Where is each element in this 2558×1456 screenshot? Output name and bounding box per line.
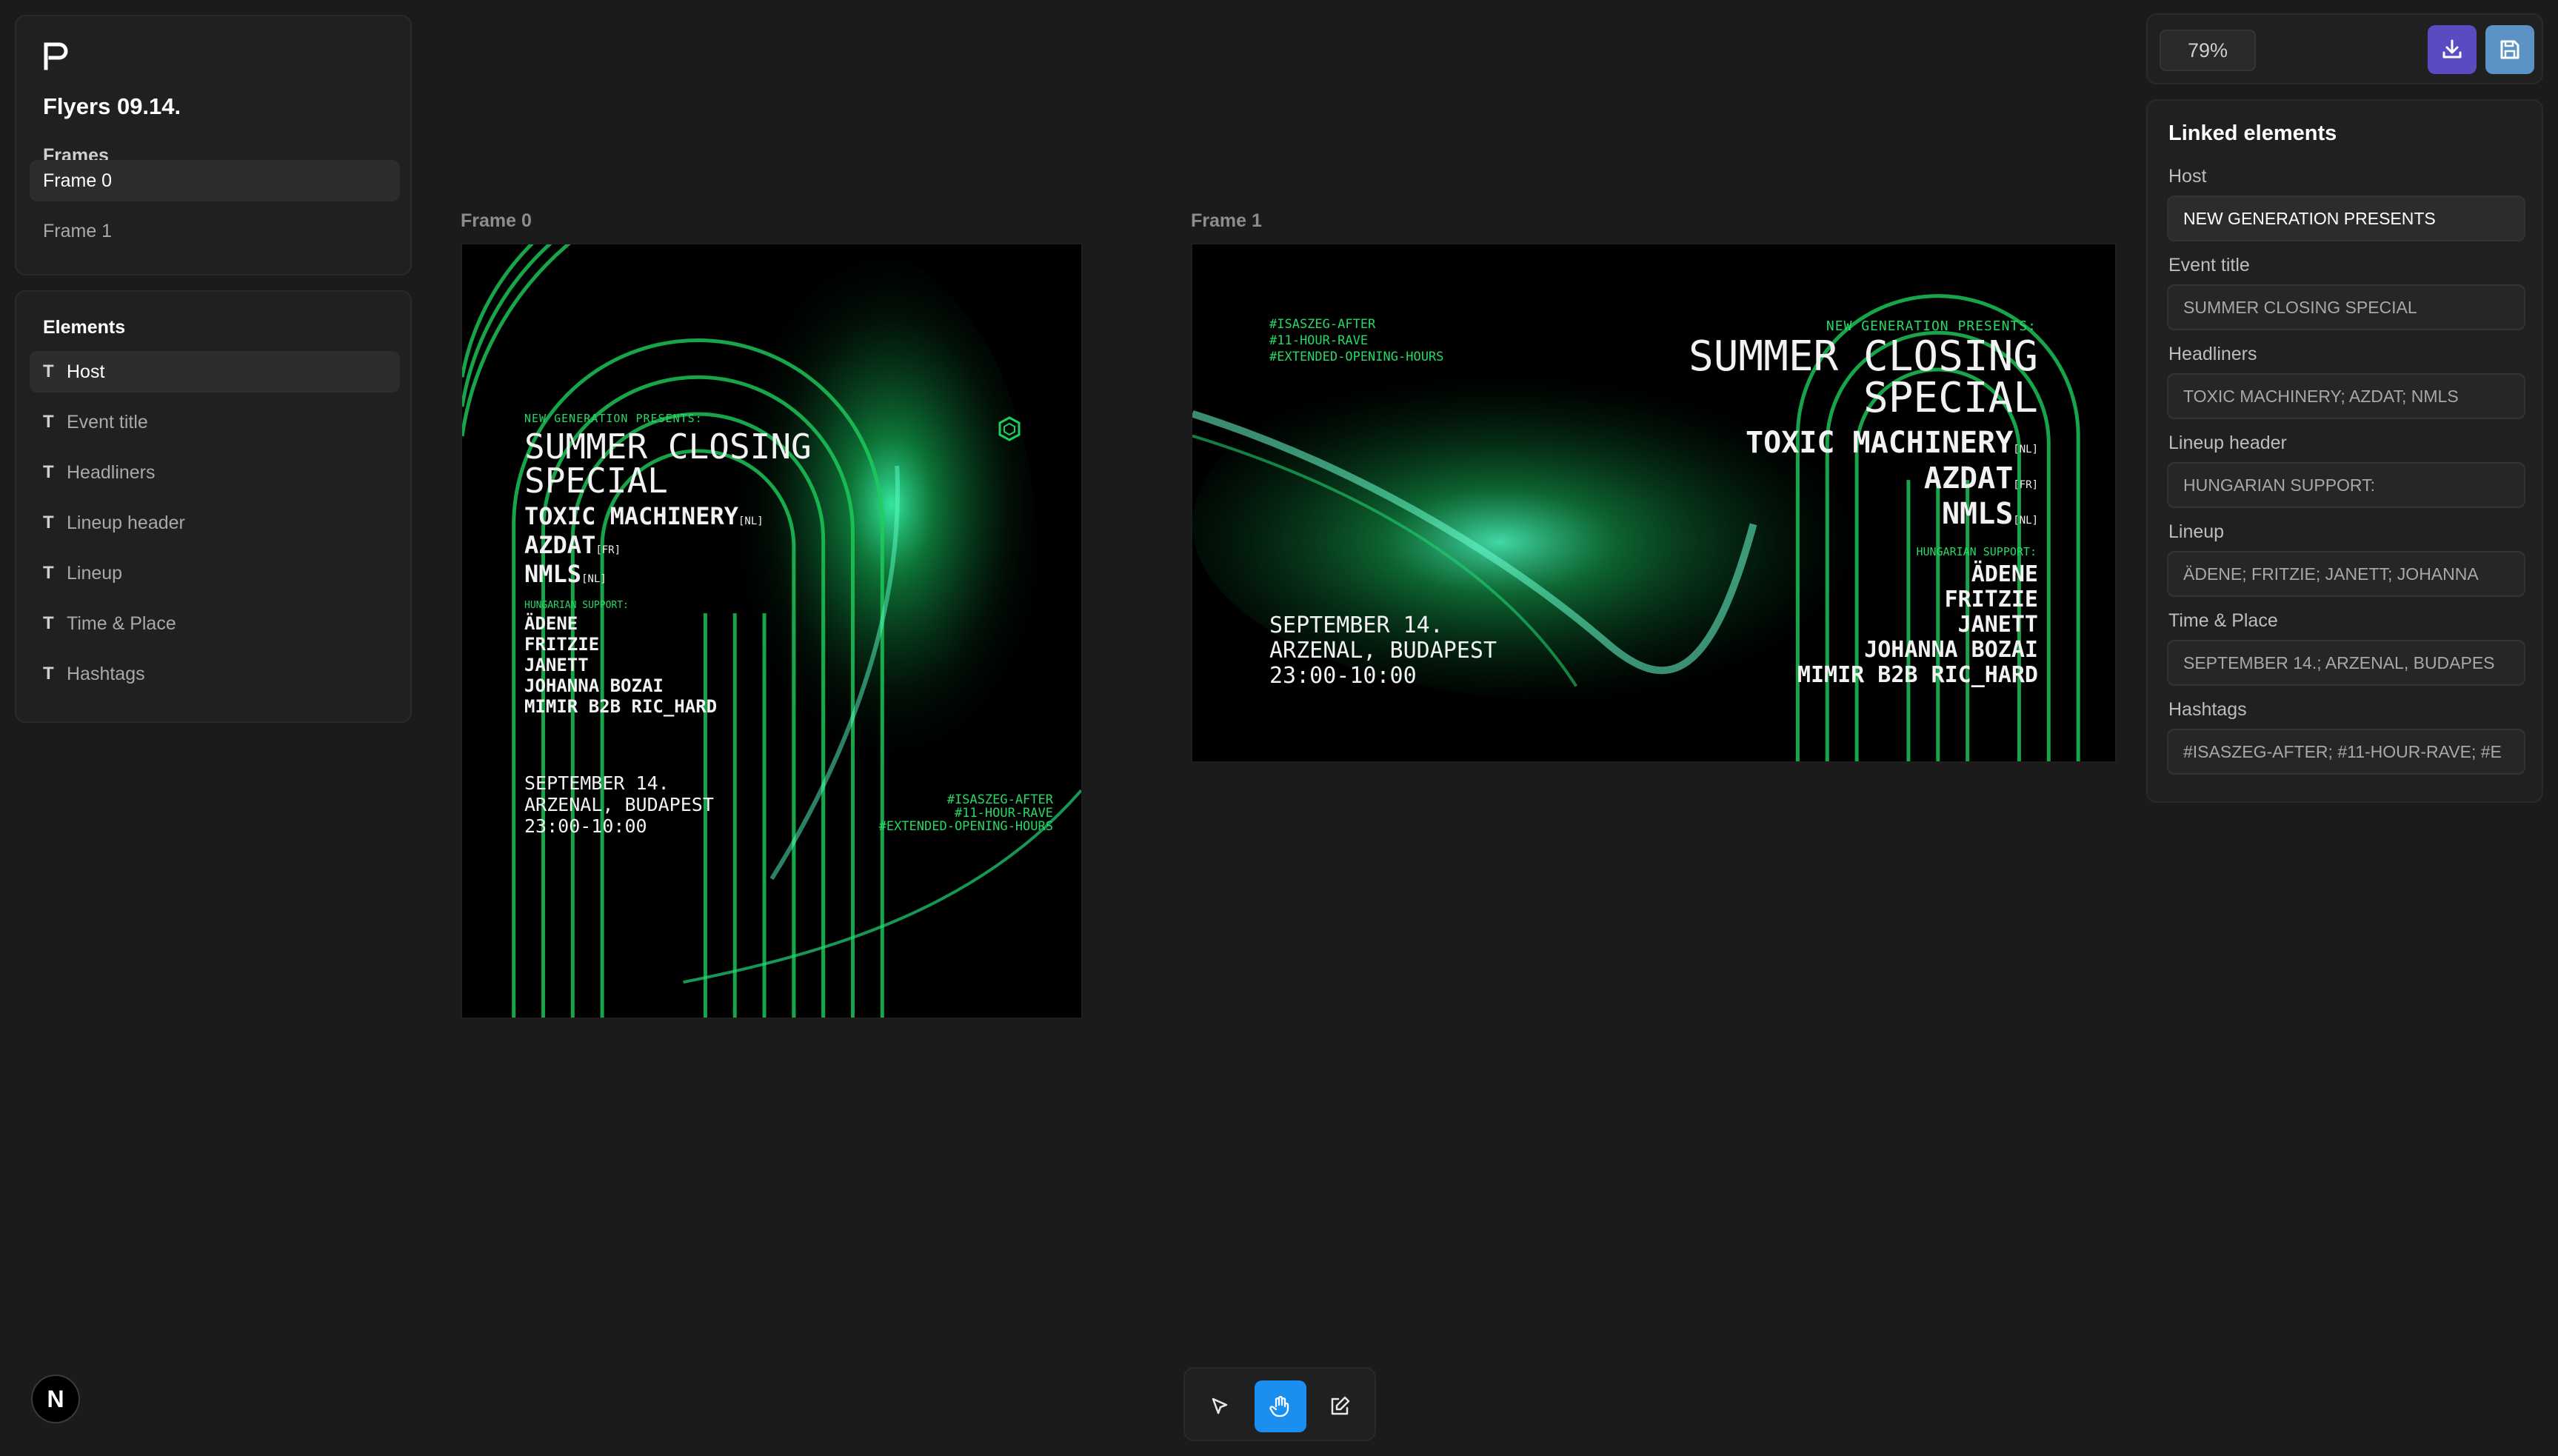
edit-tool-button[interactable] [1314,1380,1366,1432]
frame-item-0[interactable]: Frame 0 [30,160,400,201]
headliners-field[interactable]: TOXIC MACHINERY; AZDAT; NMLS [2167,373,2525,419]
app-logo-icon[interactable] [43,41,70,71]
dev-badge-icon[interactable]: N [31,1375,80,1423]
hashtags-field[interactable]: #ISASZEG-AFTER; #11-HOUR-RAVE; #E [2167,729,2525,775]
export-bar: 79% [2146,13,2543,84]
linked-elements-panel: Linked elements Host NEW GENERATION PRES… [2146,99,2543,803]
flyer-title-line1: SUMMER CLOSING [524,427,812,467]
text-type-icon: T [43,412,54,432]
flyer-frame-1[interactable]: #ISASZEG-AFTER #11-HOUR-RAVE #EXTENDED-O… [1191,243,2117,763]
frame-item-label: Frame 0 [43,170,113,191]
field-label-hashtags: Hashtags [2168,699,2247,720]
time-place-field[interactable]: SEPTEMBER 14.; ARZENAL, BUDAPES [2167,640,2525,686]
frames-panel: Flyers 09.14. Frames Frame 0 Frame 1 [15,15,412,275]
document-title: Flyers 09.14. [43,93,181,119]
linked-elements-title: Linked elements [2168,121,2337,145]
frame-item-label: Frame 1 [43,220,113,241]
flyer-lineup-item: JOHANNA BOZAI [1864,637,2038,663]
frame-1-label: Frame 1 [1191,210,1262,231]
element-item-lineup[interactable]: T Lineup [30,552,400,594]
flyer-headliner: TOXIC MACHINERY[NL] [1746,426,2038,460]
flyer-logo-mark-icon [998,416,1021,441]
flyer-title-line2: SPECIAL [1863,374,2038,422]
text-type-icon: T [43,563,54,583]
flyer-hashtag: #ISASZEG-AFTER [1269,317,1376,332]
cursor-icon [1212,1397,1228,1415]
element-item-label: Host [67,361,105,382]
flyer-headliner: AZDAT[FR] [1923,461,2038,495]
flyer-headliner: NMLS[NL] [1941,497,2038,531]
flyer-title-line2: SPECIAL [524,461,668,501]
text-type-icon: T [43,361,54,381]
element-item-event-title[interactable]: T Event title [30,401,400,443]
flyer-hashtag: #EXTENDED-OPENING-HOURS [878,819,1053,834]
field-label-lineup-header: Lineup header [2168,433,2287,453]
flyer-hours-line: 23:00-10:00 [524,815,647,837]
flyer-time-line: SEPTEMBER 14. [1269,612,1443,638]
flyer-host: NEW GENERATION PRESENTS: [524,412,703,425]
flyer-hashtag: #EXTENDED-OPENING-HOURS [1269,350,1444,364]
flyer-title-line1: SUMMER CLOSING [1688,333,2038,381]
flyer-lineup-header: HUNGARIAN SUPPORT: [1916,545,2037,558]
flyer-lineup-item: JANETT [1957,612,2038,638]
flyer-hashtag: #11-HOUR-RAVE [1269,333,1369,348]
element-item-label: Hashtags [67,663,145,684]
edit-icon [1331,1396,1350,1415]
flyer-headliner: NMLS[NL] [524,560,607,588]
element-item-label: Headliners [67,461,156,483]
hand-icon [1269,1395,1289,1417]
element-item-host[interactable]: T Host [30,351,400,393]
flyer-lineup-header: HUNGARIAN SUPPORT: [524,600,629,611]
element-item-hashtags[interactable]: T Hashtags [30,653,400,695]
save-icon [2500,40,2519,59]
element-item-headliners[interactable]: T Headliners [30,452,400,493]
flyer-lineup-item: ÄDENE [524,613,578,634]
lineup-field[interactable]: ÄDENE; FRITZIE; JANETT; JOHANNA [2167,551,2525,597]
download-icon [2442,39,2462,59]
flyer-lineup-item: MIMIR B2B RIC_HARD [1797,662,2038,688]
host-field[interactable]: NEW GENERATION PRESENTS [2167,196,2525,241]
canvas-toolbar [1183,1367,1376,1441]
lineup-header-field[interactable]: HUNGARIAN SUPPORT: [2167,462,2525,508]
element-item-label: Event title [67,411,148,433]
field-label-headliners: Headliners [2168,344,2257,364]
flyer-lineup-item: ÄDENE [1971,561,2038,587]
flyer-lineup-item: MIMIR B2B RIC_HARD [524,696,718,717]
field-label-time-place: Time & Place [2168,610,2278,631]
zoom-level[interactable]: 79% [2160,30,2256,71]
flyer-hours-line: 23:00-10:00 [1269,663,1417,689]
save-button[interactable] [2485,25,2534,74]
element-item-label: Time & Place [67,612,176,634]
element-item-lineup-header[interactable]: T Lineup header [30,502,400,544]
select-tool-button[interactable] [1194,1380,1246,1432]
flyer-frame-0[interactable]: NEW GENERATION PRESENTS: SUMMER CLOSING … [461,243,1083,1019]
frame-item-1[interactable]: Frame 1 [30,210,400,252]
text-type-icon: T [43,613,54,633]
flyer-host: NEW GENERATION PRESENTS: [1826,318,2037,334]
flyer-headliner: AZDAT[FR] [524,531,621,559]
flyer-lineup-item: FRITZIE [1944,587,2038,612]
flyer-lineup-item: JOHANNA BOZAI [524,675,664,696]
element-item-time-place[interactable]: T Time & Place [30,603,400,644]
elements-section-label: Elements [43,317,126,338]
field-label-event-title: Event title [2168,255,2250,275]
flyer-time-line: SEPTEMBER 14. [524,772,669,794]
export-button[interactable] [2428,25,2477,74]
text-type-icon: T [43,664,54,684]
elements-panel: Elements T Host T Event title T Headline… [15,290,412,723]
text-type-icon: T [43,462,54,482]
flyer-place-line: ARZENAL, BUDAPEST [524,794,714,815]
element-item-label: Lineup [67,562,123,584]
event-title-field[interactable]: SUMMER CLOSING SPECIAL [2167,284,2525,330]
text-type-icon: T [43,512,54,532]
field-label-host: Host [2168,166,2207,187]
flyer-headliner: TOXIC MACHINERY[NL] [524,502,764,530]
flyer-place-line: ARZENAL, BUDAPEST [1269,638,1497,664]
element-item-label: Lineup header [67,512,185,533]
frame-0-label: Frame 0 [461,210,532,231]
field-label-lineup: Lineup [2168,521,2225,542]
hand-tool-button[interactable] [1255,1380,1306,1432]
flyer-lineup-item: FRITZIE [524,634,600,655]
flyer-lineup-item: JANETT [524,655,589,675]
